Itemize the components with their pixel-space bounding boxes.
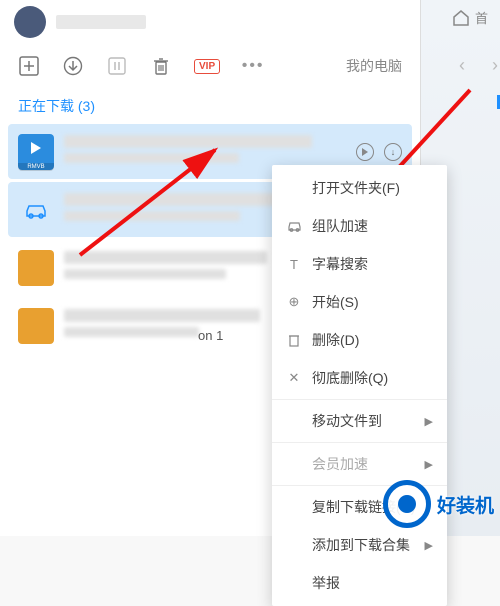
- fileinfo-blur: [64, 153, 239, 163]
- start-icon: ⊕: [286, 294, 302, 310]
- ctx-subtitle-search[interactable]: T 字幕搜索: [272, 245, 447, 283]
- fileinfo-blur: [64, 269, 226, 279]
- vip-badge[interactable]: VIP: [194, 59, 220, 74]
- watermark-lens-icon: [383, 480, 431, 528]
- item-suffix: on 1: [198, 328, 223, 343]
- watermark-text: 好装机: [437, 491, 494, 518]
- subtitle-icon: T: [286, 257, 302, 272]
- home-label: 首: [475, 11, 488, 26]
- avatar[interactable]: [14, 6, 46, 38]
- filetype-icon: [18, 250, 54, 286]
- close-icon: ✕: [286, 370, 302, 386]
- ctx-delete[interactable]: 删除(D): [272, 321, 447, 359]
- ctx-team-speed[interactable]: 组队加速: [272, 207, 447, 245]
- more-button[interactable]: •••: [242, 55, 264, 77]
- fileinfo-blur: [64, 327, 199, 337]
- delete-button[interactable]: [150, 55, 172, 77]
- ctx-label: 打开文件夹(F): [312, 178, 400, 198]
- section-count: (3): [78, 98, 95, 114]
- download-action-icon[interactable]: ↓: [384, 143, 402, 161]
- ctx-move-to[interactable]: 移动文件到 ▶: [272, 402, 447, 440]
- nav-back-icon[interactable]: ‹: [459, 55, 465, 76]
- home-icon[interactable]: 首: [451, 8, 488, 33]
- ctx-open-folder[interactable]: 打开文件夹(F): [272, 169, 447, 207]
- car-icon: [286, 221, 302, 232]
- ctx-label: 移动文件到: [312, 411, 382, 431]
- pause-all-button[interactable]: [106, 55, 128, 77]
- chevron-right-icon: ▶: [425, 539, 433, 552]
- add-button[interactable]: [18, 55, 40, 77]
- filetype-label: RMVB: [18, 163, 54, 171]
- ctx-label: 字幕搜索: [312, 254, 368, 274]
- section-label: 正在下载: [18, 98, 74, 114]
- filename-blur: [64, 251, 267, 264]
- download-all-button[interactable]: [62, 55, 84, 77]
- ctx-label: 彻底删除(Q): [312, 368, 388, 388]
- device-selector[interactable]: 我的电脑: [346, 56, 402, 76]
- ctx-label: 开始(S): [312, 292, 359, 312]
- chevron-right-icon: ▶: [425, 458, 433, 471]
- watermark: 好装机: [383, 480, 494, 528]
- filetype-icon: [18, 308, 54, 344]
- separator: [272, 399, 447, 400]
- play-action-icon[interactable]: [356, 143, 374, 161]
- chevron-right-icon: ▶: [425, 415, 433, 428]
- ctx-label: 会员加速: [312, 454, 368, 474]
- ctx-label: 删除(D): [312, 330, 359, 350]
- fileinfo-blur: [64, 211, 240, 221]
- nav-forward-icon[interactable]: ›: [492, 55, 498, 76]
- ctx-delete-full[interactable]: ✕ 彻底删除(Q): [272, 359, 447, 397]
- username-blur: [56, 15, 146, 29]
- context-menu: 打开文件夹(F) 组队加速 T 字幕搜索 ⊕ 开始(S) 删除(D) ✕ 彻底删除(Q…: [272, 165, 447, 606]
- ctx-label: 组队加速: [312, 216, 368, 236]
- section-downloading: 正在下载 (3): [0, 88, 420, 124]
- ctx-add-collection[interactable]: 添加到下载合集 ▶: [272, 526, 447, 564]
- ctx-vip-speed[interactable]: 会员加速 ▶: [272, 445, 447, 483]
- header-bar: [0, 0, 420, 44]
- ctx-label: 举报: [312, 573, 340, 593]
- separator: [272, 442, 447, 443]
- filetype-rmvb-icon: RMVB: [18, 134, 54, 170]
- trash-icon: [286, 333, 302, 347]
- ctx-label: 添加到下载合集: [312, 535, 410, 555]
- filetype-car-icon: [18, 192, 54, 228]
- ctx-report[interactable]: 举报: [272, 564, 447, 602]
- ctx-start[interactable]: ⊕ 开始(S): [272, 283, 447, 321]
- toolbar: VIP ••• 我的电脑: [0, 44, 420, 88]
- filename-blur: [64, 193, 303, 206]
- filename-blur: [64, 135, 312, 148]
- filename-blur: [64, 309, 260, 322]
